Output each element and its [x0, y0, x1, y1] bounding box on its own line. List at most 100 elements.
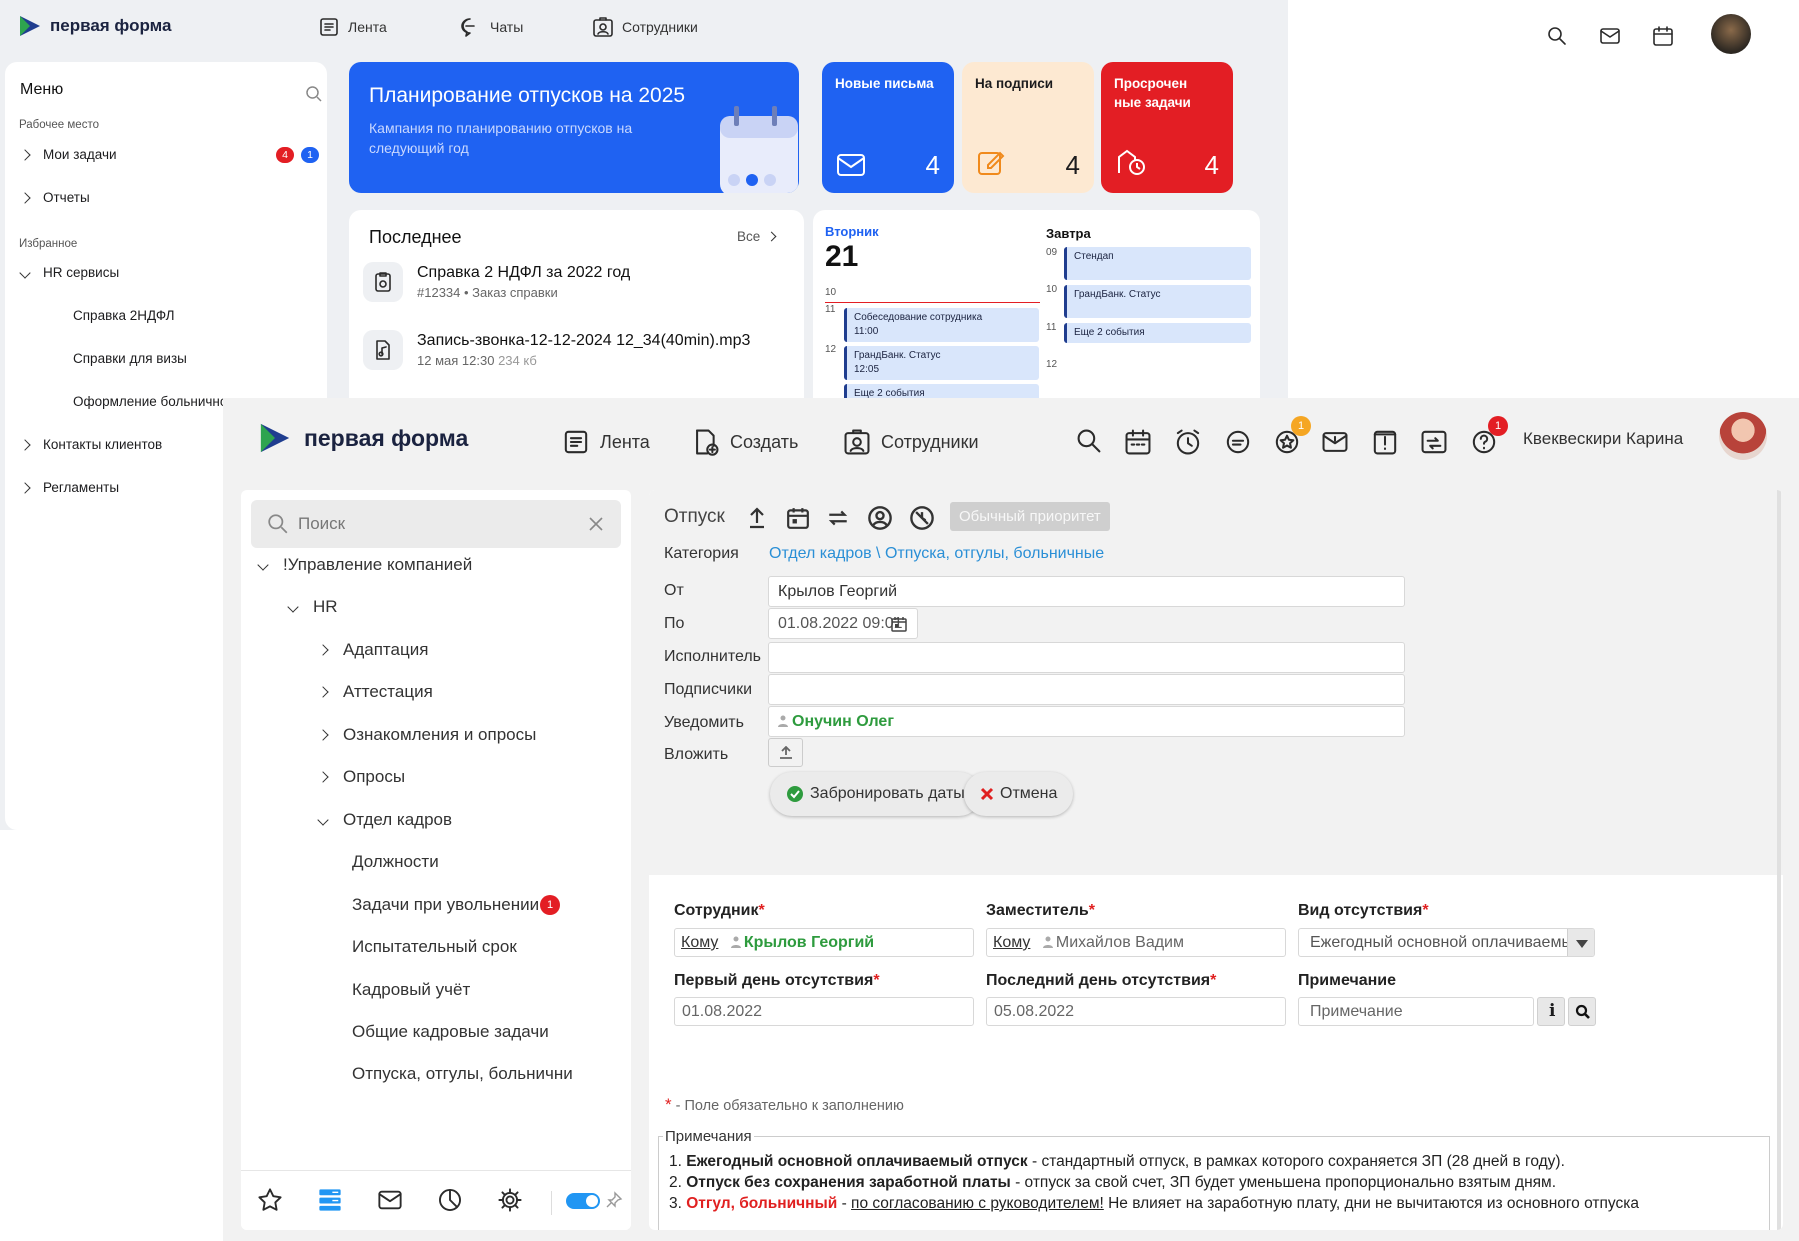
tree-node-surveys-acq[interactable]: Ознакомления и опросы — [317, 725, 536, 745]
book-dates-button[interactable]: Забронировать даты — [770, 772, 981, 816]
user-circle-icon[interactable] — [867, 505, 893, 531]
alarm-clock-icon[interactable] — [1174, 428, 1202, 456]
tree-leaf[interactable]: Испытательный срок — [352, 937, 517, 957]
star-icon[interactable] — [257, 1187, 283, 1213]
tree-node-label: Адаптация — [343, 640, 429, 659]
search-icon[interactable] — [1076, 428, 1102, 454]
to-prefix[interactable]: Кому — [993, 934, 1030, 951]
tree-leaf[interactable]: Отпуска, отгулы, больнични — [352, 1064, 573, 1084]
menu-client-contacts[interactable]: Контакты клиентов — [19, 437, 163, 452]
messages-icon[interactable] — [1224, 428, 1252, 456]
tree-leaf[interactable]: Должности — [352, 852, 439, 872]
front-nav-create[interactable]: Создать — [692, 428, 798, 456]
employee-field[interactable]: Кому Крылов Георгий — [674, 928, 974, 957]
tree-node-adaptation[interactable]: Адаптация — [317, 640, 429, 660]
menu-reports[interactable]: Отчеты — [19, 190, 90, 205]
back-logo[interactable]: первая форма — [18, 14, 171, 38]
menu-hr-item[interactable]: Справка 2НДФЛ — [73, 308, 175, 323]
pin-icon[interactable] — [605, 1191, 623, 1209]
tile-new-mail[interactable]: Новые письма 4 — [822, 62, 954, 193]
vacation-banner[interactable]: Планирование отпусков на 2025 Кампания п… — [349, 62, 799, 193]
notify-value: Онучин Олег — [792, 713, 894, 730]
cancel-button[interactable]: Отмена — [964, 772, 1074, 816]
tile-to-sign[interactable]: На подписи 4 — [962, 62, 1094, 193]
user-avatar[interactable] — [1719, 412, 1767, 460]
no-deadline-icon[interactable] — [909, 505, 935, 531]
tree-leaf[interactable]: Общие кадровые задачи — [352, 1022, 549, 1042]
required-hint: * - Поле обязательно к заполнению — [665, 1095, 904, 1114]
due-date-field[interactable]: 01.08.2022 09:01 — [768, 608, 918, 639]
notify-field[interactable]: Онучин Олег — [768, 706, 1405, 737]
absence-type-select[interactable]: Ежегодный основной оплачиваемы... — [1298, 928, 1595, 957]
search-input[interactable]: Поиск — [251, 500, 621, 548]
front-logo[interactable]: первая форма — [258, 420, 468, 456]
tree-node-surveys[interactable]: Опросы — [317, 767, 405, 787]
menu-my-tasks[interactable]: Мои задачи 4 1 — [19, 146, 321, 163]
menu-regulations[interactable]: Регламенты — [19, 480, 119, 495]
menu-search-icon[interactable] — [305, 85, 323, 103]
recent-all-link[interactable]: Все — [737, 229, 777, 244]
clear-icon[interactable] — [588, 516, 604, 532]
mail-alert-icon[interactable] — [1321, 428, 1349, 456]
tasks-red-badge: 4 — [276, 146, 294, 163]
back-calendar-icon[interactable] — [1652, 25, 1674, 47]
tree-node-company[interactable]: !Управление компанией — [257, 555, 472, 575]
tree-leaf[interactable]: Кадровый учёт — [352, 980, 470, 1000]
tree-node-hr[interactable]: HR — [287, 597, 338, 617]
from-field[interactable]: Крылов Георгий — [768, 576, 1405, 607]
calendar-event[interactable]: Еще 2 события — [1064, 323, 1251, 343]
tile-overdue[interactable]: Просрочен ные задачи 4 — [1101, 62, 1233, 193]
tree-node-attestation[interactable]: Аттестация — [317, 682, 433, 702]
back-nav-feed[interactable]: Лента — [318, 16, 387, 38]
calendar-icon[interactable] — [1124, 428, 1152, 456]
upload-icon[interactable] — [746, 506, 768, 530]
recent-item[interactable]: Запись-звонка-12-12-2024 12_34(40min).mp… — [363, 330, 750, 370]
calendar-icon[interactable] — [786, 506, 810, 530]
dropdown-arrow-icon[interactable] — [1567, 929, 1594, 956]
note-field[interactable]: Примечание — [1298, 997, 1534, 1026]
tree-node-label: Аттестация — [343, 682, 433, 701]
info-button[interactable]: i — [1537, 997, 1565, 1026]
scrollbar[interactable] — [1777, 490, 1781, 1230]
front-nav-employees[interactable]: Сотрудники — [843, 428, 979, 456]
important-icon[interactable] — [1371, 428, 1399, 456]
user-name[interactable]: Квеквескири Карина — [1523, 429, 1683, 449]
calendar-event[interactable]: ГрандБанк. Статус 12:05 — [844, 346, 1039, 380]
menu-hr-services[interactable]: HR сервисы — [19, 265, 119, 280]
menu-hr-item[interactable]: Справки для визы — [73, 351, 187, 366]
deputy-field[interactable]: Кому Михайлов Вадим — [986, 928, 1286, 957]
back-nav-chats[interactable]: Чаты — [458, 16, 523, 38]
executor-field[interactable] — [768, 642, 1405, 673]
subscribers-field[interactable] — [768, 674, 1405, 705]
settings-gear-icon[interactable] — [497, 1187, 523, 1213]
chart-icon[interactable] — [437, 1187, 463, 1213]
last-day-field[interactable]: 05.08.2022 — [986, 997, 1286, 1026]
back-search-icon[interactable] — [1547, 26, 1567, 46]
back-mail-icon[interactable] — [1599, 26, 1621, 46]
attach-button[interactable] — [768, 738, 803, 767]
front-nav-feed[interactable]: Лента — [562, 428, 650, 456]
tree-leaf[interactable]: Задачи при увольнении — [352, 895, 539, 915]
calendar-picker-icon[interactable] — [891, 616, 907, 632]
tree-view-icon[interactable] — [317, 1187, 343, 1213]
pin-toggle[interactable] — [566, 1193, 600, 1209]
priority-button[interactable]: Обычный приоритет — [950, 502, 1110, 531]
chevron-down-icon — [257, 559, 269, 571]
recent-item[interactable]: Справка 2 НДФЛ за 2022 год #12334 • Зака… — [363, 262, 630, 302]
calendar-event[interactable]: Стендап — [1064, 247, 1251, 280]
to-prefix[interactable]: Кому — [681, 934, 718, 951]
repeat-icon[interactable] — [826, 506, 850, 530]
transfer-icon[interactable] — [1420, 428, 1448, 456]
category-link[interactable]: Отдел кадров \ Отпуска, отгулы, больничн… — [769, 545, 1104, 563]
menu-hr-item[interactable]: Оформление больничного — [73, 394, 240, 409]
deputy-value: Михайлов Вадим — [1055, 934, 1184, 951]
mail-icon[interactable] — [377, 1188, 403, 1212]
tree-node-hr-dept[interactable]: Отдел кадров — [317, 810, 452, 830]
calendar-event[interactable]: ГрандБанк. Статус — [1064, 285, 1251, 318]
back-nav-employees[interactable]: Сотрудники — [592, 16, 698, 38]
calendar-event[interactable]: Собеседование сотрудника 11:00 — [844, 308, 1039, 342]
lookup-button[interactable] — [1568, 997, 1596, 1026]
menu-client-contacts-label: Контакты клиентов — [43, 437, 163, 452]
back-user-avatar[interactable] — [1711, 14, 1751, 54]
first-day-field[interactable]: 01.08.2022 — [674, 997, 974, 1026]
